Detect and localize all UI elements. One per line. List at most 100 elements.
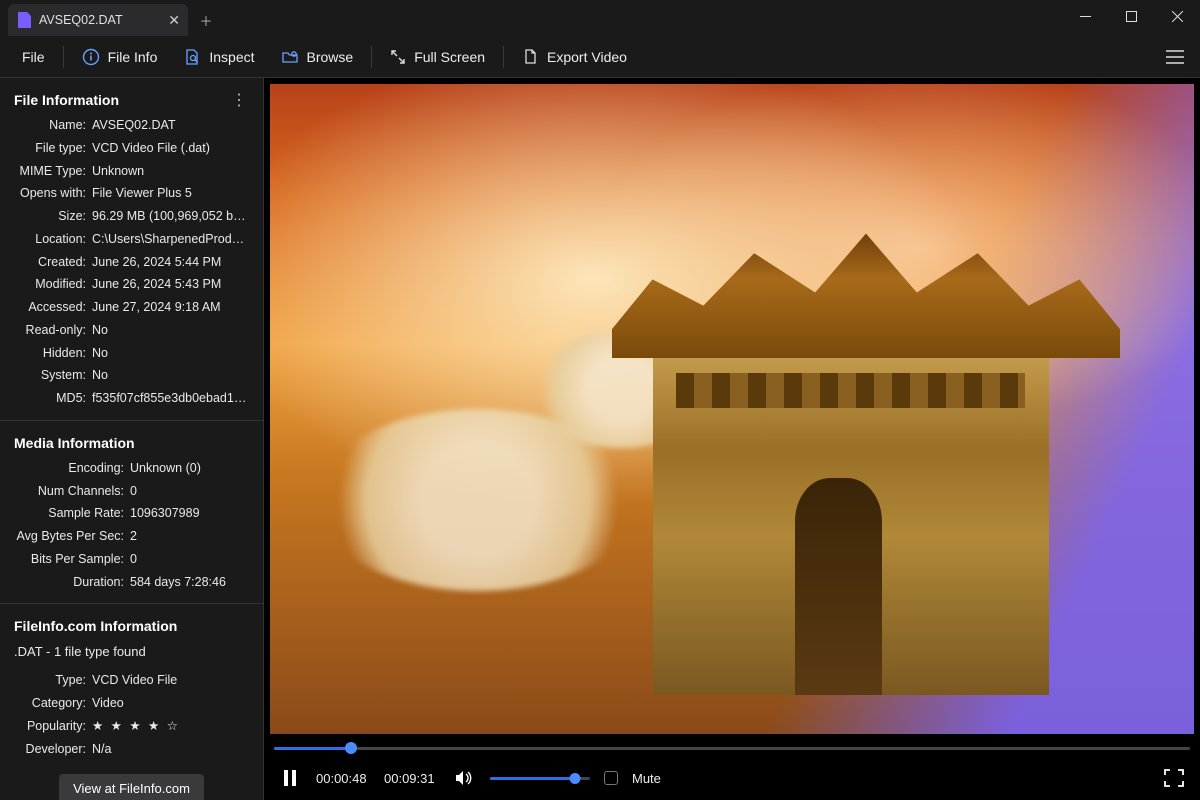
video-panel: 00:00:48 00:09:31 Mute (264, 78, 1200, 800)
section-heading: Media Information (0, 429, 263, 457)
section-file-information: File Information ⋮ Name:AVSEQ02.DATFile … (0, 78, 263, 421)
info-value: 96.29 MB (100,969,052 bytes) (92, 207, 249, 226)
info-label: Location: (0, 230, 92, 249)
new-tab-button[interactable]: ＋ (188, 4, 224, 36)
info-label: Popularity: (0, 717, 92, 736)
tab-title: AVSEQ02.DAT (39, 13, 123, 27)
info-row: Avg Bytes Per Sec:2 (0, 525, 263, 548)
separator (371, 46, 372, 68)
info-row: Location:C:\Users\SharpenedProducti... (0, 228, 263, 251)
file-icon (18, 12, 31, 28)
close-window-button[interactable] (1154, 0, 1200, 32)
info-row: Popularity:★ ★ ★ ★ ☆ (0, 715, 263, 738)
info-row: Name:AVSEQ02.DAT (0, 114, 263, 137)
toolbar-inspect[interactable]: Inspect (171, 42, 266, 72)
toolbar-fullscreen[interactable]: Full Screen (378, 43, 497, 71)
info-label: Modified: (0, 275, 92, 294)
menu-icon (1166, 50, 1184, 64)
info-value: 1096307989 (130, 504, 249, 523)
pause-button[interactable] (278, 766, 302, 790)
seek-bar[interactable] (264, 740, 1200, 756)
filetype-found-text: .DAT - 1 file type found (0, 640, 263, 659)
section-media-information: Media Information Encoding:Unknown (0)Nu… (0, 421, 263, 605)
view-at-fileinfo-button[interactable]: View at FileInfo.com (59, 774, 204, 800)
info-value: f535f07cf855e3db0ebad16d67... (92, 389, 249, 408)
fullscreen-video-button[interactable] (1162, 766, 1186, 790)
info-value: 0 (130, 482, 249, 501)
info-row: File type:VCD Video File (.dat) (0, 137, 263, 160)
info-label: Duration: (0, 573, 130, 592)
info-row: Duration:584 days 7:28:46 (0, 571, 263, 594)
info-value: 584 days 7:28:46 (130, 573, 249, 592)
info-label: System: (0, 366, 92, 385)
section-menu-icon[interactable]: ⋮ (227, 86, 251, 114)
toolbar-file-info[interactable]: File Info (70, 42, 170, 72)
browse-icon (281, 48, 299, 66)
info-label: Accessed: (0, 298, 92, 317)
info-value: 0 (130, 550, 249, 569)
separator (503, 46, 504, 68)
info-value: No (92, 366, 249, 385)
info-value: June 26, 2024 5:43 PM (92, 275, 249, 294)
info-row: Hidden:No (0, 342, 263, 365)
sidebar: File Information ⋮ Name:AVSEQ02.DATFile … (0, 78, 264, 800)
export-icon (522, 48, 539, 65)
info-row: Type:VCD Video File (0, 669, 263, 692)
info-value: ★ ★ ★ ★ ☆ (92, 717, 249, 736)
info-icon (82, 48, 100, 66)
toolbar-browse[interactable]: Browse (269, 42, 366, 72)
info-value: June 27, 2024 9:18 AM (92, 298, 249, 317)
info-value: AVSEQ02.DAT (92, 116, 249, 135)
info-row: Sample Rate:1096307989 (0, 502, 263, 525)
info-row: Size:96.29 MB (100,969,052 bytes) (0, 205, 263, 228)
info-label: Developer: (0, 740, 92, 759)
volume-icon[interactable] (452, 766, 476, 790)
info-label: Name: (0, 116, 92, 135)
info-value: File Viewer Plus 5 (92, 184, 249, 203)
info-label: File type: (0, 139, 92, 158)
info-row: MIME Type:Unknown (0, 160, 263, 183)
section-fileinfo-com: FileInfo.com Information .DAT - 1 file t… (0, 604, 263, 800)
minimize-button[interactable] (1062, 0, 1108, 32)
info-label: Bits Per Sample: (0, 550, 130, 569)
toolbar-export-video[interactable]: Export Video (510, 42, 639, 71)
info-row: Category:Video (0, 692, 263, 715)
info-value: No (92, 344, 249, 363)
maximize-button[interactable] (1108, 0, 1154, 32)
volume-slider[interactable] (490, 777, 590, 780)
info-value: VCD Video File (.dat) (92, 139, 249, 158)
titlebar: AVSEQ02.DAT ✕ ＋ (0, 0, 1200, 36)
section-heading: File Information (0, 86, 133, 114)
info-value: Unknown (92, 162, 249, 181)
info-label: Created: (0, 253, 92, 272)
time-elapsed: 00:00:48 (316, 771, 370, 786)
info-row: Read-only:No (0, 319, 263, 342)
info-row: Modified:June 26, 2024 5:43 PM (0, 273, 263, 296)
info-label: Type: (0, 671, 92, 690)
mute-checkbox[interactable] (604, 771, 618, 785)
info-row: Created:June 26, 2024 5:44 PM (0, 251, 263, 274)
tab-active[interactable]: AVSEQ02.DAT ✕ (8, 4, 188, 36)
close-tab-icon[interactable]: ✕ (168, 12, 180, 29)
info-value: June 26, 2024 5:44 PM (92, 253, 249, 272)
info-row: Developer:N/a (0, 738, 263, 761)
time-total: 00:09:31 (384, 771, 438, 786)
video-frame[interactable] (270, 84, 1194, 734)
mute-label: Mute (632, 771, 661, 786)
info-label: Category: (0, 694, 92, 713)
info-label: Read-only: (0, 321, 92, 340)
info-label: Num Channels: (0, 482, 130, 501)
info-row: MD5:f535f07cf855e3db0ebad16d67... (0, 387, 263, 410)
fullscreen-icon (390, 49, 406, 65)
info-label: Encoding: (0, 459, 130, 478)
info-value: C:\Users\SharpenedProducti... (92, 230, 249, 249)
info-value: 2 (130, 527, 249, 546)
info-value: VCD Video File (92, 671, 249, 690)
info-row: Opens with:File Viewer Plus 5 (0, 182, 263, 205)
menu-file[interactable]: File (10, 43, 57, 71)
info-label: MIME Type: (0, 162, 92, 181)
info-row: Bits Per Sample:0 (0, 548, 263, 571)
info-row: System:No (0, 364, 263, 387)
section-heading: FileInfo.com Information (0, 612, 263, 640)
hamburger-menu[interactable] (1160, 44, 1190, 70)
